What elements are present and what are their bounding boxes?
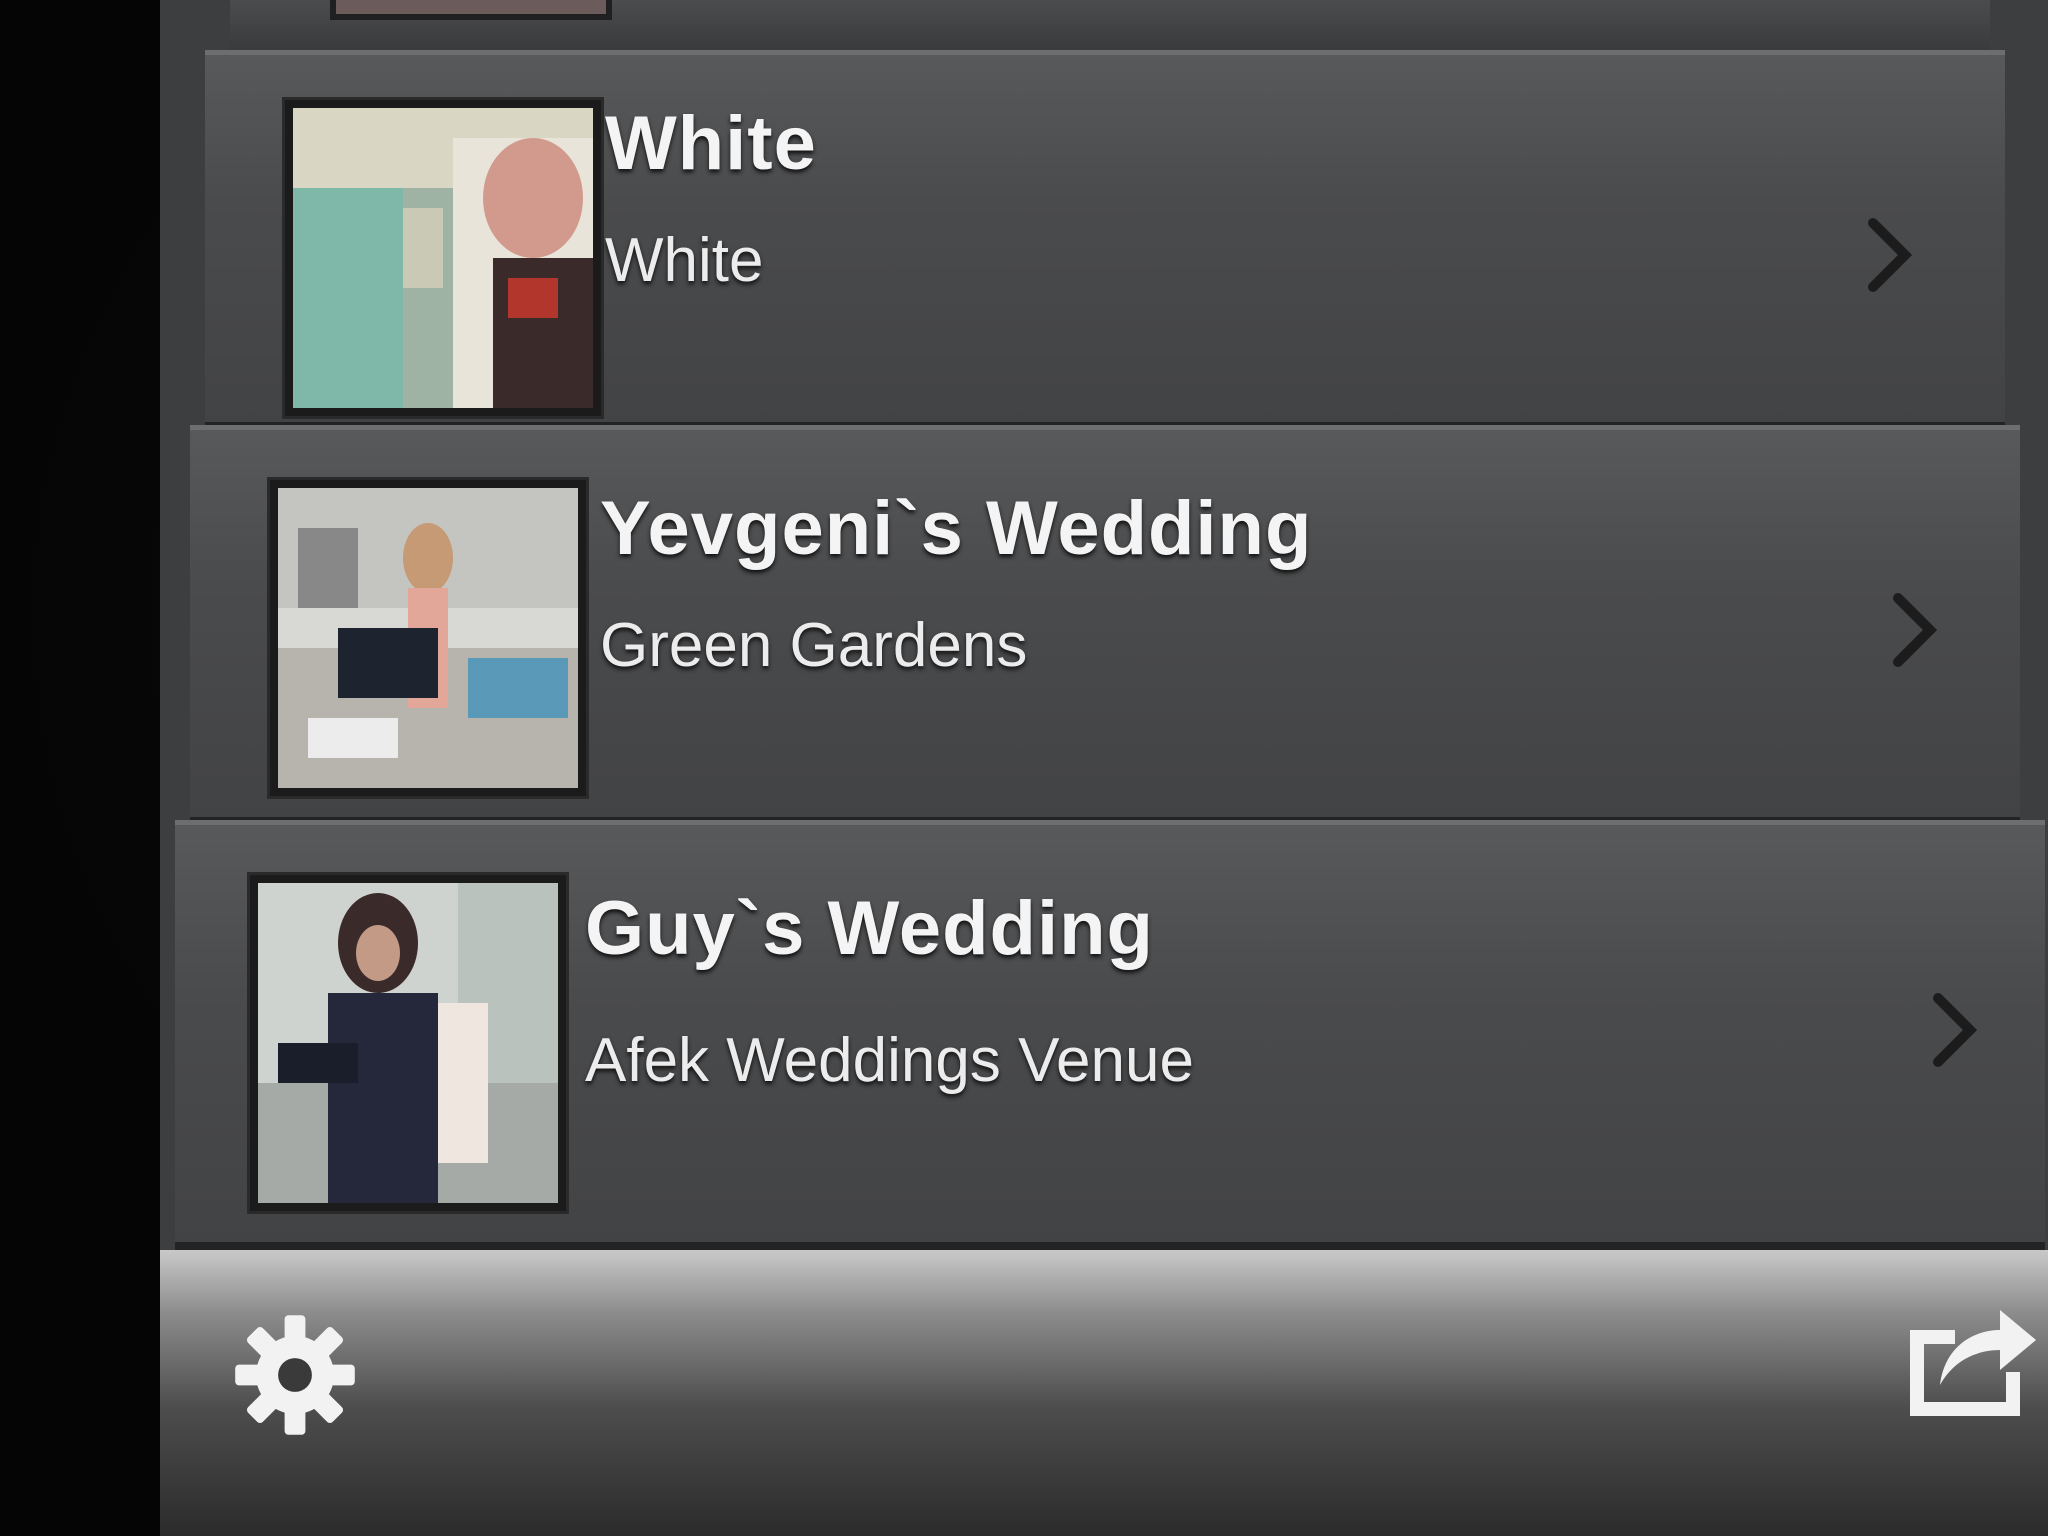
chevron-right-icon bbox=[1933, 993, 1978, 1067]
share-icon[interactable] bbox=[1900, 1290, 2040, 1420]
app-screen: White White Yevgeni`s Wedding Green Gard… bbox=[160, 0, 2048, 1536]
list-item[interactable]: Yevgeni`s Wedding Green Gardens bbox=[190, 425, 2020, 825]
event-subtitle: White bbox=[605, 226, 764, 295]
thumbnail bbox=[330, 0, 612, 20]
list-item[interactable]: White White bbox=[205, 50, 2005, 430]
photo-image bbox=[258, 883, 558, 1203]
list-item[interactable]: Guy`s Wedding Afek Weddings Venue bbox=[175, 820, 2045, 1250]
chevron-right-icon bbox=[1868, 218, 1913, 292]
chevron-right-icon bbox=[1893, 593, 1938, 667]
thumbnail-photo bbox=[270, 480, 586, 796]
event-subtitle: Afek Weddings Venue bbox=[585, 1026, 1194, 1095]
thumbnail-photo bbox=[285, 100, 601, 416]
event-title: White bbox=[605, 101, 817, 186]
photo-image bbox=[278, 488, 578, 788]
gear-icon[interactable] bbox=[230, 1310, 360, 1440]
photo-image bbox=[293, 108, 593, 408]
thumbnail-photo bbox=[250, 875, 566, 1211]
event-title: Guy`s Wedding bbox=[585, 886, 1154, 971]
event-title: Yevgeni`s Wedding bbox=[600, 486, 1313, 571]
event-subtitle: Green Gardens bbox=[600, 611, 1028, 680]
bottom-toolbar bbox=[160, 1250, 2048, 1536]
